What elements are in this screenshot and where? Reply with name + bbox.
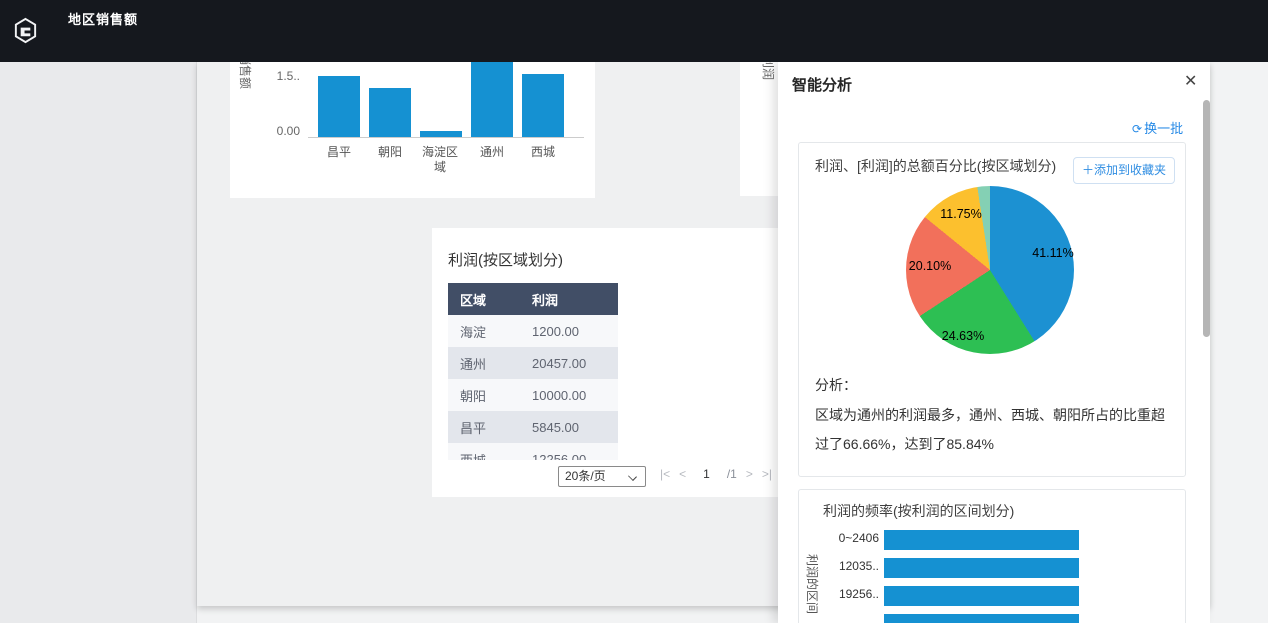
column-header-profit: 利润	[532, 292, 559, 308]
bar-chaoyang[interactable]	[369, 88, 411, 137]
x-axis-label: 通州	[479, 145, 504, 159]
dashboard-title: 地区销售额	[68, 12, 139, 27]
x-axis-label: 朝阳	[377, 145, 402, 159]
profit-pie-chart[interactable]: 41.11% 24.63% 20.10% 11.75%	[906, 186, 1074, 354]
freq-bar[interactable]	[884, 530, 1079, 550]
y-axis-tick: 1.5..	[276, 69, 300, 83]
table-header-row: 区域 利润	[448, 283, 618, 315]
brand-hexagon-logo-icon	[14, 17, 37, 44]
bar-haidian[interactable]	[420, 131, 462, 137]
cell-profit: 1200.00	[532, 323, 579, 339]
panel-title: 智能分析	[792, 77, 853, 94]
profit-table-card: 利润(按区域划分) 区域 利润 海淀 1200.00 通州 20457.00 朝…	[432, 228, 782, 497]
cell-region: 西城	[460, 452, 487, 461]
table-body: 海淀 1200.00 通州 20457.00 朝阳 10000.00 昌平 58…	[448, 315, 618, 460]
page-size-value: 20条/页	[565, 469, 606, 483]
table-row[interactable]: 昌平 5845.00	[448, 411, 618, 443]
freq-card-title: 利润的频率(按利润的区间划分)	[823, 503, 1015, 519]
freq-y-axis-title: 利润的区间	[805, 554, 819, 615]
table-row[interactable]: 通州 20457.00	[448, 347, 618, 379]
smart-analysis-panel: 智能分析 ✕ ⟳ 换一批 利润、[利润]的总额百分比(按区域划分) ＋添加到收藏夹…	[778, 62, 1210, 623]
partially-hidden-chart-card: 利润	[740, 62, 778, 196]
column-header-region: 区域	[460, 292, 487, 308]
frequency-chart-card: 利润的频率(按利润的区间划分) 利润的区间 0~2406 12035.. 192…	[798, 489, 1186, 623]
pie-card-title: 利润、[利润]的总额百分比(按区域划分)	[815, 158, 1057, 174]
freq-bin-label: 19256..	[838, 587, 879, 601]
freq-bar[interactable]	[884, 558, 1079, 578]
cell-profit: 10000.00	[532, 387, 587, 403]
total-pages-label: /1	[726, 467, 737, 481]
hidden-chart-y-axis-title: 利润	[761, 62, 775, 81]
freq-bar[interactable]	[884, 614, 1079, 623]
table-row[interactable]: 西城 12256.00	[448, 443, 618, 460]
bar-changping[interactable]	[318, 76, 360, 137]
bar-tongzhou[interactable]	[471, 62, 513, 137]
cell-region: 朝阳	[460, 388, 487, 404]
last-page-button[interactable]: >|	[762, 467, 772, 481]
bar-xicheng[interactable]	[522, 74, 564, 137]
page-size-select[interactable]: 20条/页	[558, 466, 646, 487]
panel-scrollbar-thumb[interactable]	[1203, 100, 1210, 337]
pie-label: 41.11%	[1032, 246, 1074, 260]
table-row[interactable]: 朝阳 10000.00	[448, 379, 618, 411]
freq-bin-label: 12035..	[838, 559, 879, 573]
refresh-icon: ⟳	[1132, 122, 1143, 136]
chevron-down-icon	[628, 472, 637, 481]
pie-label: 11.75%	[940, 207, 982, 221]
freq-bin-label: 0~2406	[838, 531, 879, 545]
cell-region: 昌平	[460, 420, 487, 436]
x-axis-label: 西城	[530, 145, 555, 159]
pager-controls: |< < 1 /1 > >|	[660, 467, 772, 481]
bar-chart-y-axis-title: 销售额	[238, 62, 252, 90]
pie-chart-card: 利润、[利润]的总额百分比(按区域划分) ＋添加到收藏夹 41.11% 24.6…	[798, 142, 1186, 477]
freq-bar[interactable]	[884, 586, 1079, 606]
x-axis-label: 昌平	[326, 145, 351, 159]
refresh-batch-link[interactable]: ⟳ 换一批	[1132, 118, 1183, 137]
x-axis-label: 海淀区域	[421, 145, 458, 174]
close-icon[interactable]: ✕	[1184, 71, 1197, 91]
pagination-bar: 20条/页 |< < 1 /1 > >|	[432, 464, 782, 490]
add-to-favorites-button[interactable]: ＋添加到收藏夹	[1073, 157, 1176, 184]
cell-region: 通州	[460, 356, 487, 372]
table-row[interactable]: 海淀 1200.00	[448, 315, 618, 347]
current-page-value[interactable]: 1	[695, 467, 718, 481]
cell-profit: 20457.00	[532, 355, 587, 371]
cell-profit: 5845.00	[532, 419, 579, 435]
analysis-text: 区域为通州的利润最多，通州、西城、朝阳所占的比重超过了66.66%，达到了85.…	[815, 407, 1165, 452]
profit-table: 区域 利润 海淀 1200.00 通州 20457.00 朝阳 10000.00	[448, 283, 618, 460]
cell-profit: 12256.00	[532, 451, 587, 461]
analysis-label: 分析：	[815, 377, 857, 393]
pie-label: 20.10%	[908, 259, 952, 273]
app-root: 地区销售额 销售额 1.5.. 0.00 昌平 朝阳 海淀区域 通州 西城 利润	[0, 0, 1268, 623]
page-left-margin	[0, 62, 197, 623]
top-header-bar: 地区销售额	[0, 0, 1268, 62]
pie-label: 24.63%	[941, 329, 985, 343]
next-page-button[interactable]: >	[746, 467, 753, 481]
table-card-title: 利润(按区域划分)	[448, 252, 563, 269]
first-page-button[interactable]: |<	[660, 467, 670, 481]
sales-bar-chart-card: 销售额 1.5.. 0.00 昌平 朝阳 海淀区域 通州 西城	[230, 62, 595, 198]
prev-page-button[interactable]: <	[679, 467, 686, 481]
bar-chart-plot-area[interactable]	[308, 62, 584, 138]
cell-region: 海淀	[460, 324, 487, 340]
y-axis-tick: 0.00	[276, 124, 300, 138]
refresh-batch-label: 换一批	[1144, 121, 1184, 136]
